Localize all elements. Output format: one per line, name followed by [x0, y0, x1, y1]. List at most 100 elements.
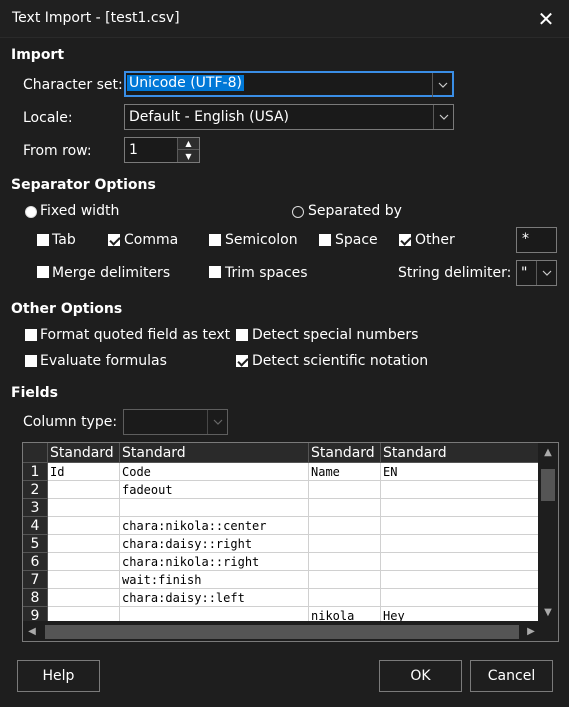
semicolon-checkbox[interactable] [209, 234, 221, 246]
format-quoted-checkbox[interactable] [25, 329, 37, 341]
help-button[interactable]: Help [17, 660, 100, 692]
column-header[interactable]: Standard [381, 443, 539, 463]
locale-select[interactable]: Default - English (USA) [124, 104, 454, 130]
import-heading: Import [11, 47, 65, 63]
row-number: 6 [23, 553, 48, 571]
grid-cell: chara:nikola::center [120, 517, 309, 535]
other-checkbox[interactable] [399, 234, 411, 246]
row-number: 4 [23, 517, 48, 535]
scroll-left-icon[interactable]: ◀ [23, 621, 41, 641]
charset-label: Character set: [23, 77, 123, 93]
scroll-down-icon[interactable]: ▼ [538, 603, 558, 621]
charset-value: Unicode (UTF-8) [127, 75, 244, 91]
charset-select[interactable]: Unicode (UTF-8) [124, 71, 454, 97]
other-options-heading: Other Options [11, 301, 123, 317]
fields-preview-grid[interactable]: Standard Standard Standard Standard 1 Id C… [22, 442, 559, 642]
column-type-select[interactable] [123, 409, 228, 435]
format-quoted-label: Format quoted field as text [40, 327, 231, 343]
grid-cell [381, 481, 539, 499]
chevron-down-icon [432, 73, 452, 97]
grid-cell: Code [120, 463, 309, 481]
evaluate-formulas-checkbox[interactable] [25, 355, 37, 367]
grid-cell: Name [309, 463, 381, 481]
separated-by-label: Separated by [308, 203, 402, 219]
grid-cell [381, 589, 539, 607]
from-row-label: From row: [23, 143, 92, 159]
corner-header [23, 443, 48, 463]
trim-spaces-checkbox[interactable] [209, 266, 221, 278]
grid-cell: chara:daisy::left [120, 589, 309, 607]
column-header[interactable]: Standard [309, 443, 381, 463]
ok-button[interactable]: OK [379, 660, 462, 692]
title-bar: Text Import - [test1.csv] ✕ [0, 0, 569, 38]
grid-cell: Id [48, 463, 120, 481]
locale-label: Locale: [23, 110, 73, 126]
spin-up-icon[interactable]: ▲ [178, 138, 199, 150]
grid-cell: fadeout [120, 481, 309, 499]
from-row-value: 1 [129, 142, 138, 158]
row-number: 7 [23, 571, 48, 589]
grid-cell [48, 517, 120, 535]
column-header[interactable]: Standard [48, 443, 120, 463]
grid-cell [48, 535, 120, 553]
scroll-thumb[interactable] [541, 469, 555, 501]
semicolon-label: Semicolon [225, 232, 298, 248]
string-delimiter-value: " [521, 265, 528, 281]
grid-cell [381, 535, 539, 553]
space-label: Space [335, 232, 378, 248]
grid-cell: EN [381, 463, 539, 481]
grid-cell [381, 571, 539, 589]
grid-cell [309, 571, 381, 589]
grid-cell [381, 499, 539, 517]
string-delimiter-select[interactable]: " [516, 260, 557, 286]
tab-checkbox[interactable] [37, 234, 49, 246]
tab-label: Tab [52, 232, 76, 248]
grid-cell [309, 481, 381, 499]
grid-cell [120, 499, 309, 517]
other-label: Other [415, 232, 455, 248]
row-number: 1 [23, 463, 48, 481]
from-row-spinner[interactable]: 1 ▲ ▼ [124, 137, 200, 163]
grid-cell [309, 589, 381, 607]
close-icon[interactable]: ✕ [523, 0, 569, 38]
column-header[interactable]: Standard [120, 443, 309, 463]
detect-scientific-checkbox[interactable] [236, 355, 248, 367]
window-title: Text Import - [test1.csv] [12, 10, 180, 26]
grid-cell: chara:daisy::right [120, 535, 309, 553]
fixed-width-label: Fixed width [40, 203, 120, 219]
comma-label: Comma [124, 232, 179, 248]
separated-by-radio[interactable] [292, 206, 304, 218]
grid-cell [48, 553, 120, 571]
column-type-label: Column type: [23, 414, 118, 430]
grid-cell [48, 481, 120, 499]
row-number: 8 [23, 589, 48, 607]
scroll-up-icon[interactable]: ▲ [538, 443, 558, 461]
grid-cell [309, 553, 381, 571]
space-checkbox[interactable] [319, 234, 331, 246]
cancel-button[interactable]: Cancel [470, 660, 553, 692]
detect-scientific-label: Detect scientific notation [252, 353, 429, 369]
merge-delimiters-checkbox[interactable] [37, 266, 49, 278]
chevron-down-icon [536, 261, 556, 285]
other-separator-input[interactable]: * [516, 227, 557, 253]
scroll-right-icon[interactable]: ▶ [522, 621, 540, 641]
locale-value: Default - English (USA) [129, 109, 290, 125]
detect-special-label: Detect special numbers [252, 327, 419, 343]
horizontal-scrollbar[interactable]: ◀ ▶ [23, 621, 558, 641]
separator-heading: Separator Options [11, 177, 156, 193]
grid-cell [309, 517, 381, 535]
comma-checkbox[interactable] [108, 234, 120, 246]
grid-cell [48, 499, 120, 517]
row-number: 5 [23, 535, 48, 553]
scroll-thumb[interactable] [45, 625, 519, 639]
spin-down-icon[interactable]: ▼ [178, 150, 199, 162]
grid-cell [381, 553, 539, 571]
row-number: 3 [23, 499, 48, 517]
grid-cell [309, 499, 381, 517]
fixed-width-radio[interactable] [25, 206, 37, 218]
detect-special-checkbox[interactable] [236, 329, 248, 341]
grid-cell [48, 571, 120, 589]
fields-heading: Fields [11, 385, 59, 401]
vertical-scrollbar[interactable]: ▲ ▼ [538, 443, 558, 621]
merge-delimiters-label: Merge delimiters [52, 265, 171, 281]
